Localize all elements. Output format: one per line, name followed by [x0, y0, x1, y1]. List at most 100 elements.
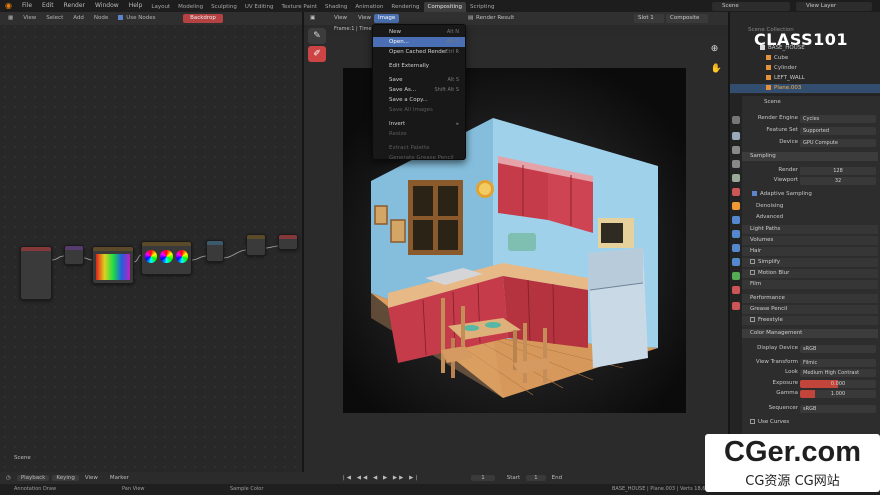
- gamma-slider[interactable]: 1.000: [800, 389, 876, 398]
- use-curves-checkbox[interactable]: [750, 419, 755, 424]
- color-node[interactable]: [92, 246, 134, 284]
- tab-layout[interactable]: Layout: [147, 2, 174, 12]
- render-engine-select[interactable]: Cycles: [800, 114, 876, 123]
- menu-item-extract-palette[interactable]: Extract Palette: [373, 143, 465, 153]
- scene-tab-icon[interactable]: [732, 174, 740, 182]
- menu-file[interactable]: File: [17, 0, 37, 12]
- motion-blur-panel[interactable]: Motion Blur: [742, 269, 878, 278]
- look-select[interactable]: Medium High Contrast: [800, 368, 876, 377]
- menu-item-edit-externally[interactable]: Edit Externally: [373, 61, 465, 71]
- menu-item-open[interactable]: Open... Alt O: [373, 37, 465, 47]
- sample-tool-button[interactable]: ✎: [308, 28, 326, 44]
- outliner-row-selected[interactable]: Plane.003: [730, 84, 880, 93]
- scene-selector[interactable]: Scene: [712, 2, 790, 11]
- simplify-checkbox[interactable]: [750, 259, 755, 264]
- color-management-panel[interactable]: Color Management: [742, 329, 878, 338]
- menu-item-resize[interactable]: Resize: [373, 129, 465, 139]
- data-tab-icon[interactable]: [732, 272, 740, 280]
- render-slot-selector[interactable]: Slot 1: [634, 14, 664, 23]
- material-tab-icon[interactable]: [732, 286, 740, 294]
- sequencer-select[interactable]: sRGB: [800, 404, 876, 413]
- grease-pencil-panel[interactable]: Grease Pencil: [742, 305, 878, 314]
- render-tab-icon[interactable]: [732, 132, 740, 140]
- tab-rendering[interactable]: Rendering: [387, 2, 423, 12]
- menu-render[interactable]: Render: [59, 0, 90, 12]
- tab-shading[interactable]: Shading: [321, 2, 351, 12]
- display-device-select[interactable]: sRGB: [800, 344, 876, 353]
- viewport-samples-field[interactable]: 32: [800, 176, 876, 185]
- render-samples-field[interactable]: 128: [800, 166, 876, 175]
- outliner[interactable]: Scene Collection BASE_HOUSE Cube Cylinde…: [730, 12, 880, 94]
- glare-node[interactable]: [206, 240, 224, 262]
- world-tab-icon[interactable]: [732, 188, 740, 196]
- view-layer-selector[interactable]: View Layer: [796, 2, 872, 11]
- tab-modeling[interactable]: Modeling: [174, 2, 207, 12]
- sampling-panel[interactable]: Sampling: [742, 152, 878, 161]
- color-wheel-lift[interactable]: [145, 250, 158, 263]
- image-menu-view-mode[interactable]: View: [330, 14, 351, 23]
- physics-tab-icon[interactable]: [732, 244, 740, 252]
- image-menu-view[interactable]: View: [354, 14, 375, 23]
- color-balance-node[interactable]: [141, 241, 192, 275]
- menu-item-invert[interactable]: Invert ▸: [373, 119, 465, 129]
- image-menu-image[interactable]: Image: [374, 14, 400, 23]
- adaptive-sampling-checkbox[interactable]: [752, 191, 757, 196]
- pan-hand-icon[interactable]: ✋: [711, 64, 722, 74]
- menu-item-open-cached-render[interactable]: Open Cached Render Ctrl R: [373, 47, 465, 57]
- mix-node[interactable]: [246, 234, 266, 256]
- render-result-name[interactable]: Render Result: [472, 14, 518, 23]
- current-frame-field[interactable]: 1: [471, 475, 495, 481]
- playback-controls[interactable]: |◀ ◀◀ ◀ ▶ ▶▶ ▶|: [343, 475, 419, 481]
- output-tab-icon[interactable]: [732, 146, 740, 154]
- freestyle-checkbox[interactable]: [750, 317, 755, 322]
- annotate-tool-button[interactable]: ✐: [308, 46, 326, 62]
- zoom-in-icon[interactable]: ⊕: [711, 44, 722, 54]
- outliner-row[interactable]: Cube: [730, 54, 880, 63]
- light-paths-panel[interactable]: Light Paths: [742, 225, 878, 234]
- timeline-view-menu[interactable]: View: [79, 475, 104, 481]
- render-layer-selector[interactable]: Composite: [666, 14, 708, 23]
- tab-uv-editing[interactable]: UV Editing: [241, 2, 278, 12]
- use-curves-panel[interactable]: Use Curves: [742, 418, 878, 427]
- performance-panel[interactable]: Performance: [742, 294, 878, 303]
- menu-item-generate-grease-pencil[interactable]: Generate Grease Pencil: [373, 153, 465, 163]
- view-transform-select[interactable]: Filmic: [800, 358, 876, 367]
- feature-set-select[interactable]: Supported: [800, 126, 876, 135]
- denoise-node[interactable]: [64, 245, 84, 265]
- particles-tab-icon[interactable]: [732, 230, 740, 238]
- node-editor[interactable]: ▦ View Select Add Node Use Nodes Backdro…: [0, 12, 302, 472]
- outliner-row[interactable]: Cylinder: [730, 64, 880, 73]
- color-wheel-gamma[interactable]: [160, 250, 173, 263]
- timeline-editor-icon[interactable]: ◷: [0, 475, 17, 481]
- tab-sculpting[interactable]: Sculpting: [207, 2, 241, 12]
- tool-tab-icon[interactable]: [732, 116, 740, 124]
- freestyle-panel[interactable]: Freestyle: [742, 316, 878, 325]
- modifier-tab-icon[interactable]: [732, 216, 740, 224]
- view-layer-tab-icon[interactable]: [732, 160, 740, 168]
- object-tab-icon[interactable]: [732, 202, 740, 210]
- start-frame-field[interactable]: 1: [526, 475, 546, 481]
- render-layers-node[interactable]: [20, 246, 52, 300]
- tab-compositing[interactable]: Compositing: [423, 1, 466, 12]
- tab-animation[interactable]: Animation: [351, 2, 387, 12]
- blender-logo-icon[interactable]: ◉: [0, 0, 17, 12]
- outliner-row[interactable]: LEFT_WALL: [730, 74, 880, 83]
- menu-edit[interactable]: Edit: [37, 0, 59, 12]
- constraints-tab-icon[interactable]: [732, 258, 740, 266]
- keying-menu[interactable]: Keying: [52, 475, 79, 481]
- menu-item-save-copy[interactable]: Save a Copy...: [373, 95, 465, 105]
- tab-texture-paint[interactable]: Texture Paint: [278, 2, 322, 12]
- motion-blur-checkbox[interactable]: [750, 270, 755, 275]
- adaptive-sampling-row[interactable]: Adaptive Sampling: [742, 190, 878, 199]
- advanced-subpanel[interactable]: Advanced: [742, 213, 878, 222]
- exposure-slider[interactable]: 0.000: [800, 379, 876, 388]
- simplify-panel[interactable]: Simplify: [742, 258, 878, 267]
- film-panel[interactable]: Film: [742, 280, 878, 289]
- image-editor[interactable]: ▣ View View Image ▤ Render Result Slot 1…: [304, 12, 728, 472]
- menu-item-new[interactable]: New Alt N: [373, 27, 465, 37]
- menu-item-save-all-images[interactable]: Save All Images: [373, 105, 465, 115]
- playback-menu[interactable]: Playback: [16, 475, 50, 481]
- volumes-panel[interactable]: Volumes: [742, 236, 878, 245]
- composite-node[interactable]: [278, 234, 298, 250]
- menu-window[interactable]: Window: [90, 0, 124, 12]
